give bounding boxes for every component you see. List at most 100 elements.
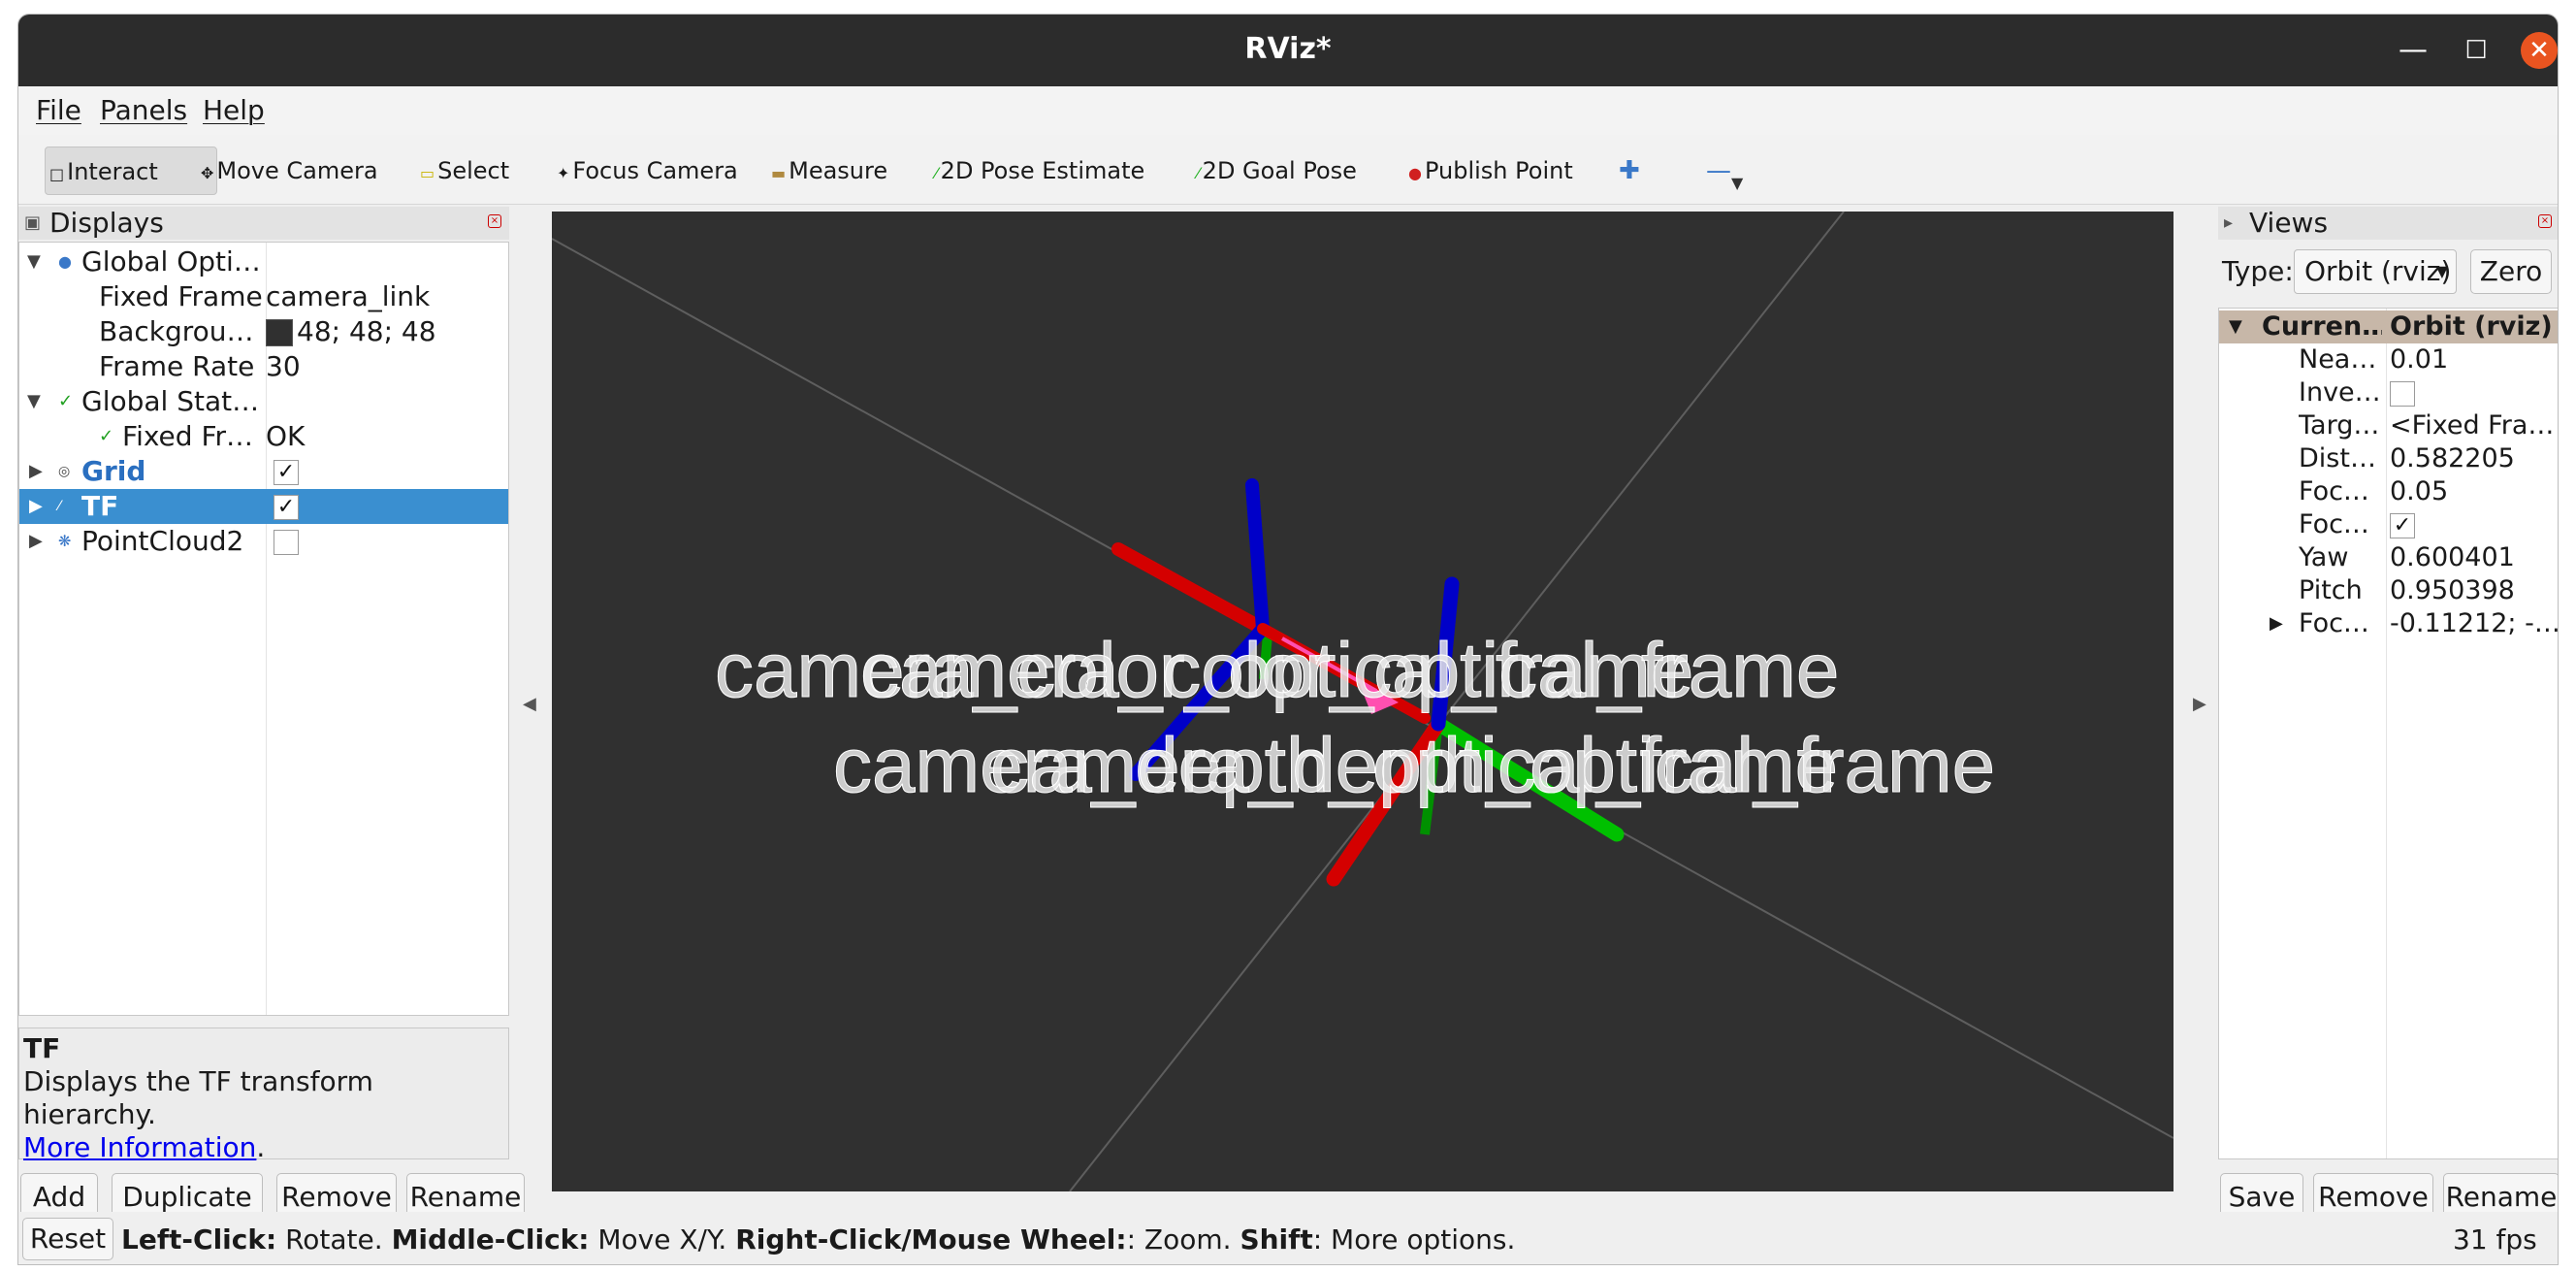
type-label: Type: <box>2222 255 2294 287</box>
pointcloud-checkbox-box[interactable] <box>274 530 299 555</box>
measure-label: Measure <box>789 157 888 184</box>
invert-checkbox-box[interactable] <box>2390 380 2415 407</box>
expand-right-icon[interactable]: ▶ <box>2270 607 2283 640</box>
tree-row-grid[interactable]: ▶ ◎ Grid ✓ <box>19 454 508 489</box>
grid-checkbox-box[interactable]: ✓ <box>274 460 299 485</box>
more-information-link[interactable]: More Information <box>23 1131 256 1163</box>
reset-button[interactable]: Reset <box>22 1218 113 1260</box>
pose-estimate-label: 2D Pose Estimate <box>940 157 1145 184</box>
interact-label: Interact <box>67 158 158 185</box>
prop-value[interactable]: 0.05 <box>2390 475 2558 508</box>
pose-estimate-tool-button[interactable]: ⁄ 2D Pose Estimate <box>935 147 1144 195</box>
menu-file[interactable]: File <box>36 94 81 126</box>
pointcloud-checkbox[interactable] <box>274 524 299 559</box>
prop-key: Dist… <box>2299 443 2376 473</box>
prop-row[interactable]: Inve… <box>2219 376 2558 409</box>
maximize-icon[interactable]: ☐ <box>2458 32 2495 69</box>
expand-down-icon[interactable]: ▼ <box>27 384 41 419</box>
title-bar[interactable]: RViz* — ☐ ✕ <box>18 15 2558 86</box>
expand-down-icon[interactable]: ▼ <box>27 245 41 279</box>
window-title: RViz* <box>1244 32 1332 66</box>
goal-pose-tool-button[interactable]: ⁄ 2D Goal Pose <box>1197 147 1357 195</box>
displays-panel: ▣ Displays × ▼ ● Global Opti… Fixed Fram… <box>18 207 525 1264</box>
select-tool-button[interactable]: ▭ Select <box>420 147 509 195</box>
expand-right-icon[interactable]: ▶ <box>29 454 43 489</box>
render-viewport[interactable]: camera_color_optical_frame camera_color_… <box>551 211 2174 1192</box>
view-type-select[interactable]: Orbit (rviz) ▼ <box>2294 249 2457 294</box>
tree-row-global-options[interactable]: ▼ ● Global Opti… <box>19 245 508 279</box>
remove-tool-icon[interactable]: —▼ <box>1706 147 1743 195</box>
shift-label: Shift <box>1240 1223 1313 1256</box>
menu-help[interactable]: Help <box>203 94 265 126</box>
global-status-label: Global Stat… <box>81 385 260 417</box>
green-arrow-icon: ⁄ <box>935 164 938 182</box>
prop-row[interactable]: Yaw 0.600401 <box>2219 541 2558 574</box>
grid-label: Grid <box>81 455 146 487</box>
tree-row-background[interactable]: Backgrou… 48; 48; 48 <box>19 314 508 349</box>
menu-panels[interactable]: Panels <box>100 94 187 126</box>
measure-tool-button[interactable]: ▬ Measure <box>771 147 887 195</box>
expand-down-icon[interactable]: ▼ <box>2229 310 2242 343</box>
tf-checkbox[interactable]: ✓ <box>274 489 299 524</box>
add-tool-icon[interactable]: ✚ <box>1619 147 1640 195</box>
collapse-right-icon[interactable]: ▶ <box>2193 694 2206 714</box>
tree-row-fixed-frame[interactable]: Fixed Frame camera_link <box>19 279 508 314</box>
close-dock-icon[interactable]: × <box>488 214 501 228</box>
expand-right-icon[interactable]: ▶ <box>29 489 43 524</box>
fixed-frame-value[interactable]: camera_link <box>266 279 430 314</box>
monitor-icon: ▣ <box>24 212 42 233</box>
expand-right-icon[interactable]: ▶ <box>29 524 43 559</box>
status-bar: Reset Left-Click: Rotate. Middle-Click: … <box>18 1212 2558 1264</box>
view-properties-tree[interactable]: ▼ Curren… Orbit (rviz) Nea… 0.01 Inve… Ta… <box>2218 308 2558 1159</box>
fixed-frame-status-label: Fixed Fr… <box>122 420 254 452</box>
tree-row-tf[interactable]: ▶ ⁄ TF ✓ <box>19 489 508 524</box>
prop-row[interactable]: Pitch 0.950398 <box>2219 574 2558 607</box>
minimize-icon[interactable]: — <box>2395 32 2431 69</box>
close-dock-icon[interactable]: × <box>2538 214 2552 228</box>
prop-row[interactable]: Targ… <Fixed Fra… <box>2219 409 2558 442</box>
current-view-row[interactable]: ▼ Curren… Orbit (rviz) <box>2219 310 2558 343</box>
prop-row[interactable]: Nea… 0.01 <box>2219 343 2558 376</box>
shift-desc: : More options. <box>1312 1223 1516 1256</box>
color-swatch <box>266 319 293 346</box>
prop-value[interactable]: 0.950398 <box>2390 574 2558 607</box>
prop-row[interactable]: ▶ Foc… -0.11212; -… <box>2219 607 2558 640</box>
prop-value[interactable]: -0.11212; -… <box>2390 607 2558 640</box>
grid-checkbox[interactable]: ✓ <box>274 454 299 489</box>
prop-value[interactable]: 0.582205 <box>2390 442 2558 475</box>
middle-click-label: Middle-Click: <box>391 1223 590 1256</box>
publish-point-tool-button[interactable]: ● Publish Point <box>1408 147 1573 195</box>
displays-tree[interactable]: ▼ ● Global Opti… Fixed Frame camera_link… <box>18 242 509 1016</box>
close-icon[interactable]: ✕ <box>2521 32 2558 69</box>
frame-rate-label: Frame Rate <box>99 350 255 382</box>
background-value[interactable]: 48; 48; 48 <box>266 314 436 349</box>
focal-shape-checkbox[interactable]: ✓ <box>2390 508 2558 541</box>
tree-row-fixed-frame-status[interactable]: ✓ Fixed Fr… OK <box>19 419 508 454</box>
scene-canvas[interactable]: camera_color_optical_frame camera_color_… <box>551 211 2174 1192</box>
prop-value[interactable]: 0.01 <box>2390 343 2558 376</box>
prop-row[interactable]: Foc… 0.05 <box>2219 475 2558 508</box>
tree-row-frame-rate[interactable]: Frame Rate 30 <box>19 349 508 384</box>
prop-value[interactable]: <Fixed Fra… <box>2390 409 2558 442</box>
z-axis <box>1245 478 1270 636</box>
interact-tool-button[interactable]: □ Interact <box>45 147 217 195</box>
invert-checkbox[interactable] <box>2390 376 2558 409</box>
tree-row-pointcloud[interactable]: ▶ ❋ PointCloud2 <box>19 524 508 559</box>
tool-bar: □ Interact ✥ Move Camera ▭ Select ✦ Focus Ca… <box>18 135 2558 205</box>
tree-row-global-status[interactable]: ▼ ✓ Global Stat… <box>19 384 508 419</box>
tf-checkbox-box[interactable]: ✓ <box>274 495 299 520</box>
collapse-left-icon[interactable]: ◀ <box>523 694 536 714</box>
prop-row[interactable]: Dist… 0.582205 <box>2219 442 2558 475</box>
prop-row[interactable]: Foc… ✓ <box>2219 508 2558 541</box>
focus-camera-tool-button[interactable]: ✦ Focus Camera <box>557 147 738 195</box>
focal-shape-checkbox-box[interactable]: ✓ <box>2390 512 2415 538</box>
zero-button[interactable]: Zero <box>2470 249 2552 294</box>
move-camera-tool-button[interactable]: ✥ Move Camera <box>201 147 378 195</box>
frame-rate-value[interactable]: 30 <box>266 349 301 384</box>
prop-value[interactable]: 0.600401 <box>2390 541 2558 574</box>
x-axis <box>1111 542 1270 636</box>
ruler-icon: ▬ <box>771 164 787 182</box>
prop-key: Yaw <box>2299 542 2349 572</box>
menu-bar: File Panels Help <box>18 86 2558 135</box>
prop-key: Foc… <box>2299 476 2369 506</box>
